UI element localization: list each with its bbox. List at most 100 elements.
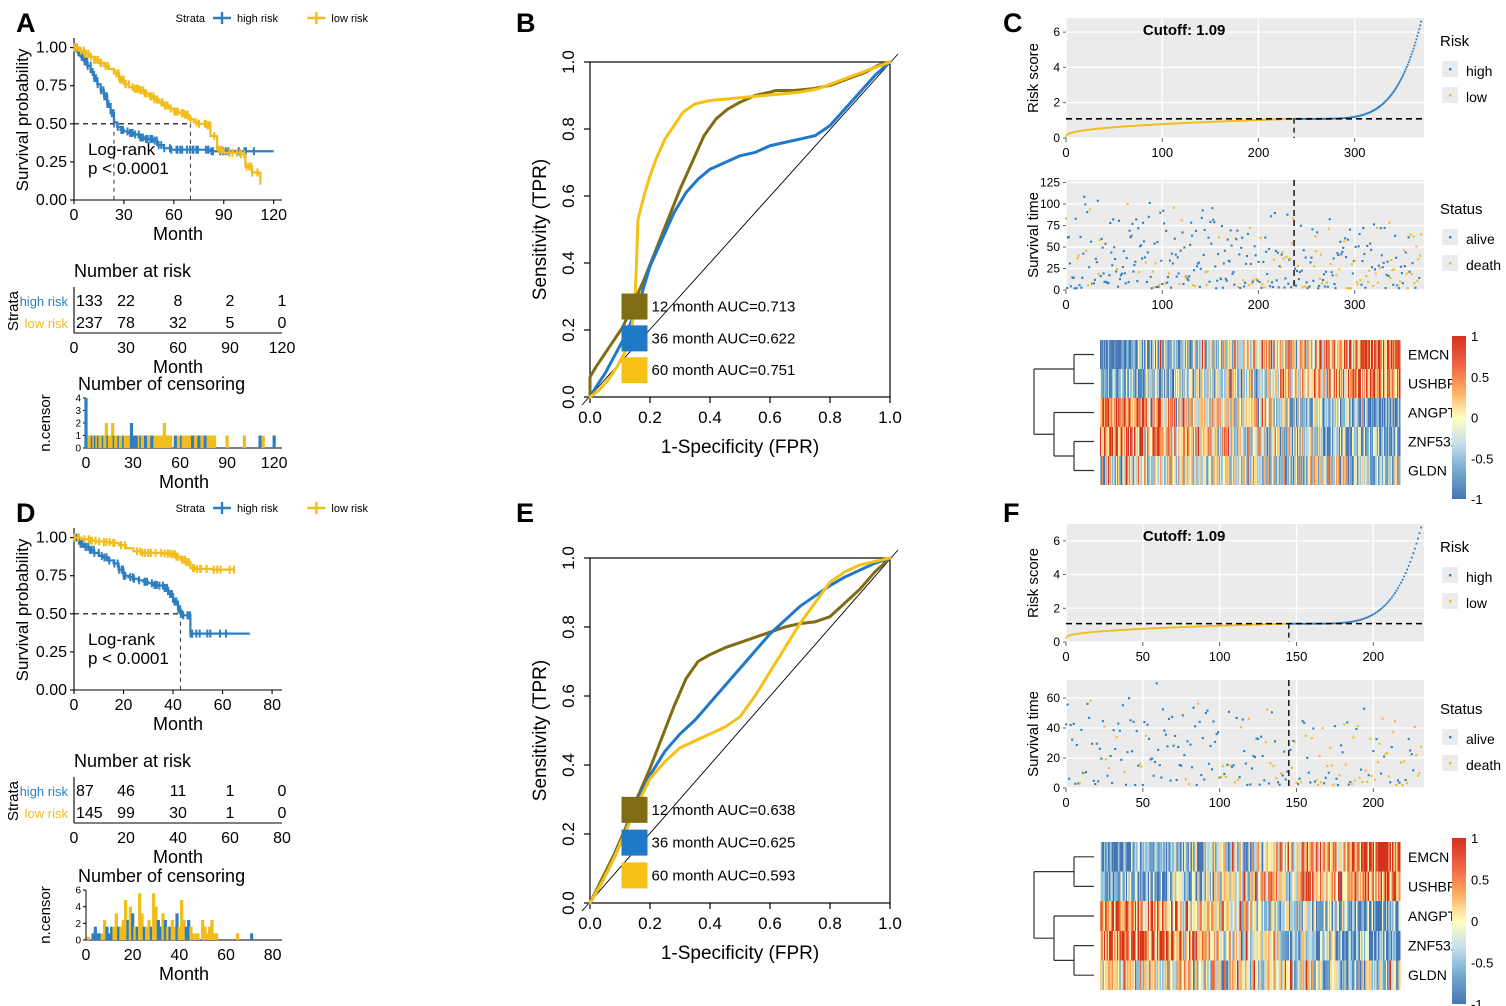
survival-point-death xyxy=(1419,745,1423,748)
roc-y-axis-label: Sensitivity (TPR) xyxy=(530,159,551,300)
survival-point-alive xyxy=(1201,209,1204,212)
survival-point-alive xyxy=(1169,779,1172,782)
survival-point-death xyxy=(1376,281,1379,284)
survival-point-alive xyxy=(1192,706,1195,709)
risk-point-high xyxy=(1418,28,1421,30)
heatmap-gene-label-3: ZNF532 xyxy=(1408,938,1459,954)
survival-point-alive xyxy=(1233,283,1236,286)
survival-point-alive xyxy=(1370,248,1373,251)
censor-x-tick-label: 30 xyxy=(124,455,142,472)
survival-point-alive xyxy=(1287,282,1290,285)
censor-bar xyxy=(197,435,201,448)
survival-point-death xyxy=(1218,236,1221,239)
survival-point-alive xyxy=(1155,285,1158,289)
roc-legend-label-0: 12 month AUC=0.713 xyxy=(652,299,796,316)
risk-point-low xyxy=(1155,627,1158,630)
censor-y-tick-label: 1 xyxy=(75,431,81,442)
survival-point-alive xyxy=(1263,779,1266,782)
survival-point-death xyxy=(1315,779,1318,782)
survival-time-y-tick-label: 50 xyxy=(1047,240,1061,254)
survival-point-death xyxy=(1197,702,1200,705)
risk-table-cell: 46 xyxy=(117,783,135,800)
risk-point-low xyxy=(1094,630,1097,633)
risk-point-high xyxy=(1411,50,1414,53)
panel-c-svg: 02460 100 200 300Risk scoreCutoff: 1.09Risk… xyxy=(1025,18,1501,507)
survival-point-alive xyxy=(1401,282,1404,285)
survival-point-alive xyxy=(1072,276,1075,279)
survival-point-death xyxy=(1415,754,1418,757)
survival-point-death xyxy=(1089,699,1092,702)
survival-point-alive xyxy=(1244,281,1247,284)
survival-point-alive xyxy=(1273,740,1277,743)
survival-point-alive xyxy=(1297,278,1300,281)
roc-y-tick-label: 0.2 xyxy=(559,318,578,342)
survival-point-alive xyxy=(1090,240,1093,243)
km-y-axis-label: Survival probability xyxy=(13,538,32,681)
risk-table-cell: 145 xyxy=(76,805,103,822)
survival-point-alive xyxy=(1092,779,1095,782)
risk-table-cell: 87 xyxy=(76,783,94,800)
risk-point-low xyxy=(1180,626,1183,629)
status-legend-label-0: alive xyxy=(1466,731,1495,747)
km-y-tick-label: 0.25 xyxy=(36,644,67,661)
risk-score-x-tick-label: 200 xyxy=(1248,145,1270,160)
survival-point-alive xyxy=(1312,279,1315,282)
survival-point-alive xyxy=(1202,253,1205,257)
roc-legend-label-2: 60 month AUC=0.751 xyxy=(652,362,796,379)
survival-point-death xyxy=(1266,708,1269,711)
survival-point-alive xyxy=(1316,231,1319,234)
survival-point-alive xyxy=(1188,275,1191,278)
survival-point-alive xyxy=(1142,240,1146,243)
censor-bar xyxy=(159,435,163,448)
survival-point-death xyxy=(1416,774,1419,777)
survival-point-death xyxy=(1205,283,1208,287)
survival-point-alive xyxy=(1284,277,1287,280)
risk-point-low xyxy=(1109,629,1112,632)
risk-table-title: Number at risk xyxy=(74,261,192,281)
survival-point-alive xyxy=(1217,252,1220,256)
risk-score-x-tick-label: 200 xyxy=(1362,649,1384,664)
survival-point-death xyxy=(1398,280,1402,283)
survival-time-y-tick-label: 0 xyxy=(1053,781,1060,795)
survival-point-death xyxy=(1290,766,1293,769)
survival-point-alive xyxy=(1221,286,1224,289)
survival-point-death xyxy=(1259,236,1262,239)
survival-point-alive xyxy=(1244,762,1247,765)
risk-point-low xyxy=(1209,625,1212,627)
survival-point-alive xyxy=(1183,246,1186,249)
censor-bar xyxy=(184,435,188,448)
survival-point-alive xyxy=(1122,250,1125,253)
risk-point-low xyxy=(1226,624,1229,627)
risk-point-low xyxy=(1221,624,1224,627)
survival-point-alive xyxy=(1167,276,1170,279)
survival-point-alive xyxy=(1212,720,1215,723)
survival-point-death xyxy=(1319,277,1322,280)
risk-point-low xyxy=(1178,626,1181,629)
survival-point-alive xyxy=(1075,287,1078,290)
survival-point-death xyxy=(1338,268,1341,271)
risk-table: Number at riskhigh risk 133 22 8 2 1low risk 2… xyxy=(5,261,295,377)
risk-point-high xyxy=(1321,622,1324,625)
survival-point-alive xyxy=(1172,744,1175,747)
survival-point-alive xyxy=(1230,244,1233,247)
survival-point-death xyxy=(1367,280,1370,284)
survival-point-death xyxy=(1104,758,1108,761)
survival-time-x-tick-label: 150 xyxy=(1286,795,1308,810)
risk-point-low xyxy=(1143,627,1146,630)
survival-point-death xyxy=(1364,769,1367,772)
survival-point-alive xyxy=(1232,270,1235,274)
risk-point-high xyxy=(1401,578,1404,581)
risk-point-low xyxy=(1108,629,1111,632)
risk-legend-title: Risk xyxy=(1440,33,1470,50)
km-x-tick-label: 40 xyxy=(164,697,182,714)
roc-legend-label-1: 36 month AUC=0.622 xyxy=(652,330,796,347)
survival-point-death xyxy=(1335,273,1338,277)
survival-point-alive xyxy=(1341,751,1344,754)
survival-point-alive xyxy=(1336,252,1339,255)
risk-table-x-tick-label: 90 xyxy=(221,340,239,357)
survival-point-death xyxy=(1115,736,1118,739)
risk-point-low xyxy=(1203,625,1206,628)
survival-point-alive xyxy=(1281,774,1284,777)
survival-point-death xyxy=(1327,227,1330,230)
survival-point-death xyxy=(1152,286,1155,289)
